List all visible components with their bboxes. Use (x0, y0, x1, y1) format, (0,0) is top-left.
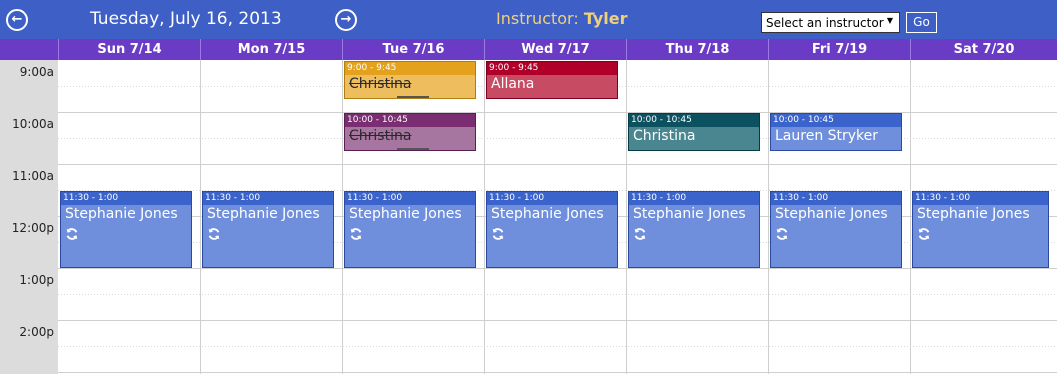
calendar-event[interactable]: 9:00 - 9:45 Christina (344, 61, 476, 99)
day-column-divider (768, 60, 769, 374)
recurring-icon (65, 226, 79, 240)
day-header: Thu 7/18 (626, 39, 768, 60)
calendar-event[interactable]: 11:30 - 1:00 Stephanie Jones (60, 191, 192, 268)
calendar-event[interactable]: 10:00 - 10:45 Christina (628, 113, 760, 151)
day-header: Sat 7/20 (910, 39, 1057, 60)
event-student-name: Christina (349, 76, 412, 92)
hour-label: 1:00p (19, 273, 54, 287)
event-student-name: Stephanie Jones (633, 206, 746, 222)
event-time: 11:30 - 1:00 (629, 192, 759, 205)
event-time: 9:00 - 9:45 (487, 62, 617, 75)
hour-label: 9:00a (19, 65, 54, 79)
time-gutter: 9:00a 10:00a 11:00a 12:00p 1:00p 2:00p (0, 60, 58, 374)
previous-day-arrow-icon[interactable]: ← (6, 9, 28, 31)
day-header-row: Sun 7/14 Mon 7/15 Tue 7/16 Wed 7/17 Thu 7/18… (0, 39, 1057, 60)
recurring-icon (207, 226, 221, 240)
event-student-name: Allana (491, 76, 535, 92)
go-button[interactable]: Go (906, 12, 937, 33)
day-header: Sun 7/14 (58, 39, 200, 60)
event-student-name: Stephanie Jones (491, 206, 604, 222)
event-time: 9:00 - 9:45 (345, 62, 475, 75)
event-student-name: Christina (349, 128, 412, 144)
event-time: 11:30 - 1:00 (487, 192, 617, 205)
calendar-event[interactable]: 9:00 - 9:45 Allana (486, 61, 618, 99)
hour-label: 2:00p (19, 325, 54, 339)
hour-label: 12:00p (11, 221, 54, 235)
event-student-name: Stephanie Jones (207, 206, 320, 222)
instructor-heading: Instructor: Tyler (496, 9, 628, 28)
calendar-header: ← Tuesday, July 16, 2013 → Instructor: T… (0, 0, 1057, 39)
cancelled-marker (397, 96, 429, 98)
recurring-icon (349, 226, 363, 240)
calendar-event[interactable]: 11:30 - 1:00 Stephanie Jones (486, 191, 618, 268)
day-header: Tue 7/16 (342, 39, 484, 60)
recurring-icon (633, 226, 647, 240)
calendar-event[interactable]: 11:30 - 1:00 Stephanie Jones (202, 191, 334, 268)
calendar-event[interactable]: 11:30 - 1:00 Stephanie Jones (628, 191, 760, 268)
hour-gridline (58, 164, 1057, 165)
event-time: 11:30 - 1:00 (203, 192, 333, 205)
event-student-name: Stephanie Jones (775, 206, 888, 222)
event-student-name: Stephanie Jones (917, 206, 1030, 222)
day-column-divider (910, 60, 911, 374)
next-day-arrow-icon[interactable]: → (335, 9, 357, 31)
event-student-name: Lauren Stryker (775, 128, 879, 144)
recurring-icon (917, 226, 931, 240)
event-time: 11:30 - 1:00 (913, 192, 1048, 205)
hour-label: 10:00a (12, 117, 54, 131)
calendar-event[interactable]: 11:30 - 1:00 Stephanie Jones (344, 191, 476, 268)
day-column-divider (200, 60, 201, 374)
day-column-divider (626, 60, 627, 374)
event-time: 11:30 - 1:00 (771, 192, 901, 205)
hour-gridline (58, 268, 1057, 269)
recurring-icon (775, 226, 789, 240)
calendar-event[interactable]: 11:30 - 1:00 Stephanie Jones (912, 191, 1049, 268)
day-header: Wed 7/17 (484, 39, 626, 60)
cancelled-marker (397, 148, 429, 150)
instructor-name: Tyler (583, 9, 628, 28)
event-time: 10:00 - 10:45 (629, 114, 759, 127)
event-student-name: Stephanie Jones (349, 206, 462, 222)
hour-label: 11:00a (12, 169, 54, 183)
event-student-name: Stephanie Jones (65, 206, 178, 222)
event-time: 11:30 - 1:00 (345, 192, 475, 205)
instructor-select[interactable]: Select an instructor ▼ (761, 12, 900, 33)
half-hour-gridline (58, 294, 1057, 295)
half-hour-gridline (58, 346, 1057, 347)
event-time: 11:30 - 1:00 (61, 192, 191, 205)
calendar-event[interactable]: 11:30 - 1:00 Stephanie Jones (770, 191, 902, 268)
recurring-icon (491, 226, 505, 240)
current-date-title: Tuesday, July 16, 2013 (90, 9, 282, 29)
day-header: Fri 7/19 (768, 39, 910, 60)
dropdown-caret-icon: ▼ (886, 16, 893, 25)
instructor-label: Instructor: (496, 9, 579, 28)
hour-gridline (58, 112, 1057, 113)
day-column-divider (484, 60, 485, 374)
event-time: 10:00 - 10:45 (345, 114, 475, 127)
day-header: Mon 7/15 (200, 39, 342, 60)
event-student-name: Christina (633, 128, 696, 144)
hour-gridline (58, 320, 1057, 321)
day-column-divider (342, 60, 343, 374)
event-time: 10:00 - 10:45 (771, 114, 901, 127)
hour-gridline (58, 372, 1057, 373)
half-hour-gridline (58, 138, 1057, 139)
calendar-event[interactable]: 10:00 - 10:45 Christina (344, 113, 476, 151)
instructor-select-value: Select an instructor (766, 16, 884, 30)
calendar-event[interactable]: 10:00 - 10:45 Lauren Stryker (770, 113, 902, 151)
